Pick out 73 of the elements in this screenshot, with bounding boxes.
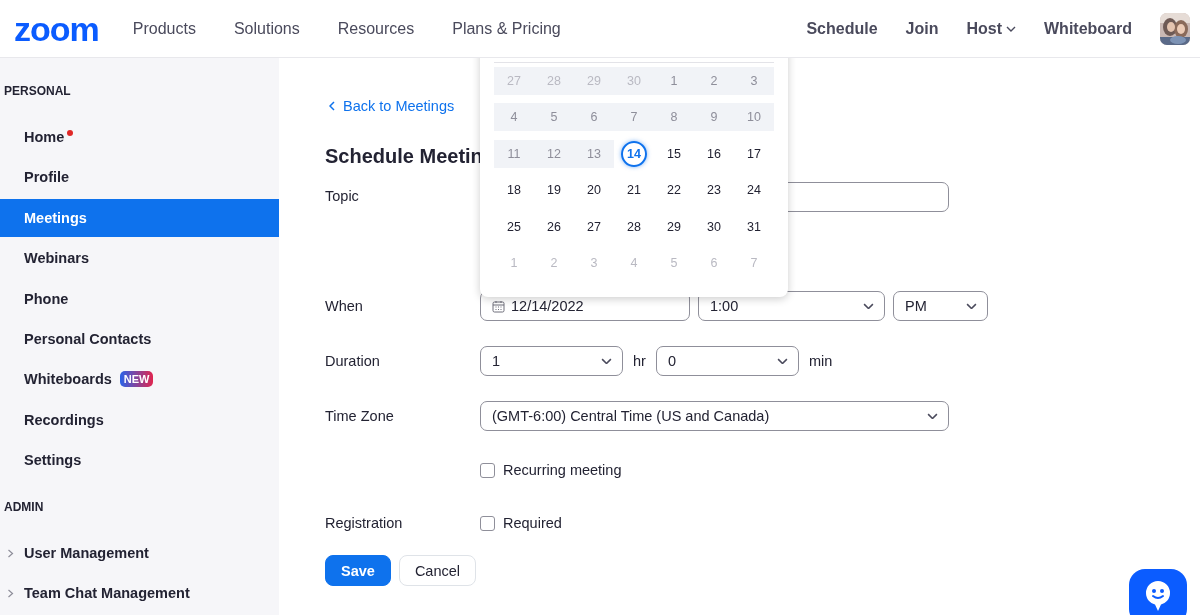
field-label: Topic bbox=[325, 188, 360, 204]
sidebar-item[interactable]: Meetings bbox=[0, 198, 279, 237]
unit-label: min bbox=[808, 353, 833, 369]
sidebar-item[interactable]: Team Chat Management bbox=[0, 573, 279, 612]
nav-menu[interactable]: Host bbox=[966, 19, 1016, 38]
checkbox[interactable] bbox=[480, 462, 495, 478]
caret-icon bbox=[1006, 25, 1016, 32]
calendar-day[interactable]: 25 bbox=[501, 213, 527, 240]
sidebar-item[interactable]: Personal Contacts bbox=[0, 319, 279, 358]
field-label: When bbox=[325, 298, 364, 314]
calendar-day[interactable]: 29 bbox=[661, 213, 687, 240]
cancel-button[interactable]: Cancel bbox=[398, 555, 476, 586]
nav-link[interactable]: Products bbox=[132, 19, 196, 38]
page-title: Schedule Meetin bbox=[325, 144, 483, 169]
chevron-down-icon bbox=[863, 302, 874, 310]
calendar-day[interactable]: 30 bbox=[701, 213, 727, 240]
calendar-day[interactable]: 23 bbox=[701, 177, 727, 204]
nav-link[interactable]: Whiteboard bbox=[1044, 19, 1132, 38]
sidebar-item[interactable]: Profile bbox=[0, 158, 279, 197]
chevron-icon bbox=[7, 548, 14, 558]
period-select[interactable]: PM bbox=[893, 291, 988, 321]
calendar-day[interactable]: 27 bbox=[581, 213, 607, 240]
chevron-down-icon bbox=[601, 357, 612, 365]
nav-link[interactable]: Join bbox=[905, 19, 939, 38]
time-select[interactable]: 1:00 bbox=[698, 291, 885, 321]
section-title: PERSONAL bbox=[3, 84, 72, 100]
sidebar-item[interactable]: Webinars bbox=[0, 239, 279, 278]
calendar-day[interactable]: 21 bbox=[621, 177, 647, 204]
calendar-day[interactable]: 16 bbox=[701, 140, 727, 167]
checkbox-label: Recurring meeting bbox=[503, 462, 622, 478]
unit-label: hr bbox=[633, 353, 646, 369]
section-title: ADMIN bbox=[3, 499, 45, 516]
checkbox-label: Required bbox=[503, 515, 562, 531]
new-badge: NEW bbox=[119, 371, 154, 388]
checkbox[interactable] bbox=[480, 515, 495, 531]
sidebar-item[interactable]: Phone bbox=[0, 279, 279, 318]
nav-link[interactable]: Schedule bbox=[806, 19, 878, 38]
zoom-logo[interactable]: zoom bbox=[14, 11, 99, 46]
field-label: Registration bbox=[325, 515, 404, 531]
field-label: Time Zone bbox=[325, 408, 395, 424]
calendar-icon bbox=[492, 299, 505, 313]
calendar-day[interactable]: 15 bbox=[661, 140, 687, 167]
calendar-day[interactable]: 24 bbox=[741, 177, 767, 204]
chevron-icon bbox=[7, 588, 14, 598]
calendar-day[interactable]: 19 bbox=[541, 177, 567, 204]
calendar-day[interactable]: 20 bbox=[581, 177, 607, 204]
chevron-down-icon bbox=[776, 357, 788, 365]
calendar-day[interactable]: 14 bbox=[621, 140, 647, 167]
calendar-day[interactable]: 18 bbox=[501, 177, 527, 204]
calendar-day[interactable]: 28 bbox=[621, 213, 647, 240]
save-button[interactable]: Save bbox=[325, 555, 391, 586]
hours-select[interactable]: 1 bbox=[480, 346, 623, 376]
back-link[interactable]: Back to Meetings bbox=[329, 96, 455, 116]
sidebar-item[interactable]: Settings bbox=[0, 441, 279, 480]
calendar-day[interactable]: 26 bbox=[541, 213, 567, 240]
calendar-day[interactable]: 17 bbox=[741, 140, 767, 167]
sidebar-item[interactable]: Recordings bbox=[0, 400, 279, 439]
time-zone-select[interactable]: (GMT-6:00) Central Time (US and Canada) bbox=[480, 401, 949, 431]
minutes-select[interactable]: 0 bbox=[655, 346, 799, 376]
chat-button[interactable] bbox=[1129, 569, 1187, 615]
chevron-down-icon bbox=[966, 302, 977, 310]
nav-link[interactable]: Resources bbox=[337, 19, 415, 38]
calendar-day[interactable]: 22 bbox=[661, 177, 687, 204]
nav-link[interactable]: Plans & Pricing bbox=[452, 19, 561, 38]
calendar-day[interactable]: 31 bbox=[741, 213, 767, 240]
chevron-left-icon bbox=[329, 101, 335, 111]
sidebar-item[interactable]: Whiteboards NEW bbox=[0, 360, 279, 399]
sidebar-item[interactable]: User Management bbox=[0, 533, 279, 572]
sidebar-item[interactable]: Home bbox=[0, 118, 279, 156]
field-label: Duration bbox=[325, 353, 381, 369]
chat-bubble-icon bbox=[1143, 579, 1173, 613]
nav-link[interactable]: Solutions bbox=[233, 19, 300, 38]
chevron-down-icon bbox=[927, 412, 938, 420]
